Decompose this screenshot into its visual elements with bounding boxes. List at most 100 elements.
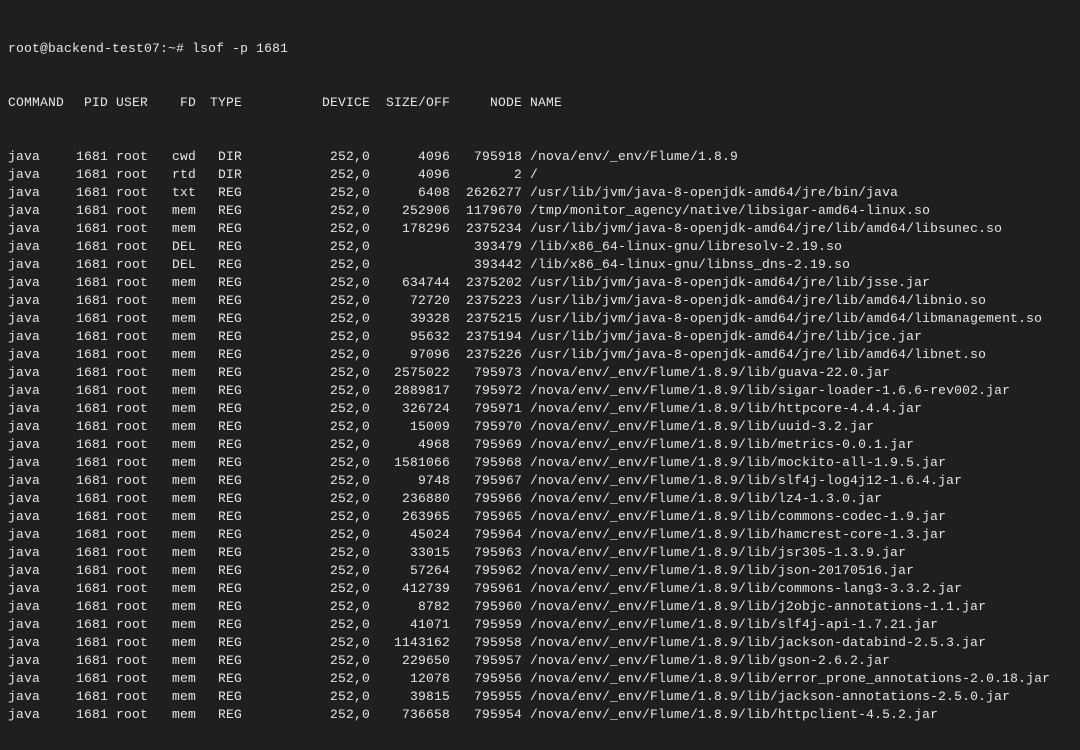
col-device: 252,0 — [242, 346, 370, 364]
col-node: 795972 — [450, 382, 522, 400]
col-node: 795966 — [450, 490, 522, 508]
col-name: /nova/env/_env/Flume/1.8.9/lib/httpclien… — [522, 706, 938, 724]
lsof-row: java1681 rootmemREG252,0727202375223/usr… — [8, 292, 1072, 310]
lsof-row: java1681 rootmemREG252,0236880795966/nov… — [8, 490, 1072, 508]
col-size: 12078 — [370, 670, 450, 688]
col-user: root — [116, 598, 158, 616]
col-name: /usr/lib/jvm/java-8-openjdk-amd64/jre/bi… — [522, 184, 898, 202]
col-name: /nova/env/_env/Flume/1.8.9 — [522, 148, 738, 166]
col-size: 4096 — [370, 166, 450, 184]
col-fd: mem — [158, 526, 196, 544]
col-pid: 1681 — [66, 310, 108, 328]
col-node: 795970 — [450, 418, 522, 436]
col-command: java — [8, 562, 66, 580]
lsof-row: java1681 rootmemREG252,02889817795972/no… — [8, 382, 1072, 400]
col-device: 252,0 — [242, 526, 370, 544]
col-command: java — [8, 706, 66, 724]
col-name: / — [522, 166, 538, 184]
col-user: root — [116, 346, 158, 364]
col-node: 2375226 — [450, 346, 522, 364]
col-fd: DEL — [158, 256, 196, 274]
col-user: root — [116, 418, 158, 436]
col-node: 795963 — [450, 544, 522, 562]
col-type: REG — [202, 616, 242, 634]
col-name: /lib/x86_64-linux-gnu/libnss_dns-2.19.so — [522, 256, 850, 274]
col-type: REG — [202, 328, 242, 346]
col-command: java — [8, 526, 66, 544]
col-pid: 1681 — [66, 274, 108, 292]
col-type: DIR — [202, 148, 242, 166]
col-type: REG — [202, 634, 242, 652]
hdr-pid: PID — [66, 94, 108, 112]
col-command: java — [8, 436, 66, 454]
col-type: REG — [202, 454, 242, 472]
col-size: 8782 — [370, 598, 450, 616]
col-command: java — [8, 346, 66, 364]
col-pid: 1681 — [66, 184, 108, 202]
col-size: 178296 — [370, 220, 450, 238]
col-device: 252,0 — [242, 382, 370, 400]
col-node: 795969 — [450, 436, 522, 454]
col-size: 33015 — [370, 544, 450, 562]
col-node: 795954 — [450, 706, 522, 724]
col-command: java — [8, 364, 66, 382]
col-name: /nova/env/_env/Flume/1.8.9/lib/jackson-d… — [522, 634, 986, 652]
col-pid: 1681 — [66, 616, 108, 634]
col-size: 57264 — [370, 562, 450, 580]
col-user: root — [116, 148, 158, 166]
col-user: root — [116, 508, 158, 526]
user-host: root@backend-test07 — [8, 41, 160, 56]
hdr-fd: FD — [158, 94, 196, 112]
col-pid: 1681 — [66, 436, 108, 454]
col-pid: 1681 — [66, 526, 108, 544]
col-command: java — [8, 634, 66, 652]
col-pid: 1681 — [66, 220, 108, 238]
col-user: root — [116, 292, 158, 310]
terminal-output[interactable]: root@backend-test07:~# lsof -p 1681 COMM… — [0, 0, 1080, 750]
col-command: java — [8, 490, 66, 508]
col-device: 252,0 — [242, 472, 370, 490]
col-node: 795960 — [450, 598, 522, 616]
col-device: 252,0 — [242, 274, 370, 292]
lsof-row: java1681 rootmemREG252,039815795955/nova… — [8, 688, 1072, 706]
col-node: 2375215 — [450, 310, 522, 328]
hash-symbol: # — [176, 41, 184, 56]
col-user: root — [116, 634, 158, 652]
col-pid: 1681 — [66, 508, 108, 526]
col-node: 795955 — [450, 688, 522, 706]
col-size: 4096 — [370, 148, 450, 166]
col-user: root — [116, 238, 158, 256]
col-command: java — [8, 418, 66, 436]
col-node: 795964 — [450, 526, 522, 544]
col-fd: mem — [158, 706, 196, 724]
hdr-user: USER — [116, 94, 158, 112]
col-size: 39328 — [370, 310, 450, 328]
col-name: /nova/env/_env/Flume/1.8.9/lib/slf4j-log… — [522, 472, 962, 490]
col-node: 795962 — [450, 562, 522, 580]
lsof-row: java1681 rootmemREG252,0326724795971/nov… — [8, 400, 1072, 418]
col-type: REG — [202, 562, 242, 580]
col-command: java — [8, 238, 66, 256]
col-name: /usr/lib/jvm/java-8-openjdk-amd64/jre/li… — [522, 328, 922, 346]
col-fd: mem — [158, 490, 196, 508]
col-type: REG — [202, 310, 242, 328]
col-device: 252,0 — [242, 220, 370, 238]
col-user: root — [116, 220, 158, 238]
col-command: java — [8, 616, 66, 634]
col-type: REG — [202, 526, 242, 544]
col-size: 6408 — [370, 184, 450, 202]
col-node: 795959 — [450, 616, 522, 634]
col-command: java — [8, 184, 66, 202]
col-pid: 1681 — [66, 652, 108, 670]
lsof-row: java1681 rootmemREG252,045024795964/nova… — [8, 526, 1072, 544]
hdr-name: NAME — [522, 94, 562, 112]
col-type: REG — [202, 418, 242, 436]
hdr-command: COMMAND — [8, 94, 66, 112]
col-fd: mem — [158, 436, 196, 454]
col-size: 326724 — [370, 400, 450, 418]
col-name: /nova/env/_env/Flume/1.8.9/lib/j2objc-an… — [522, 598, 986, 616]
col-command: java — [8, 652, 66, 670]
col-device: 252,0 — [242, 436, 370, 454]
col-pid: 1681 — [66, 328, 108, 346]
col-fd: mem — [158, 670, 196, 688]
